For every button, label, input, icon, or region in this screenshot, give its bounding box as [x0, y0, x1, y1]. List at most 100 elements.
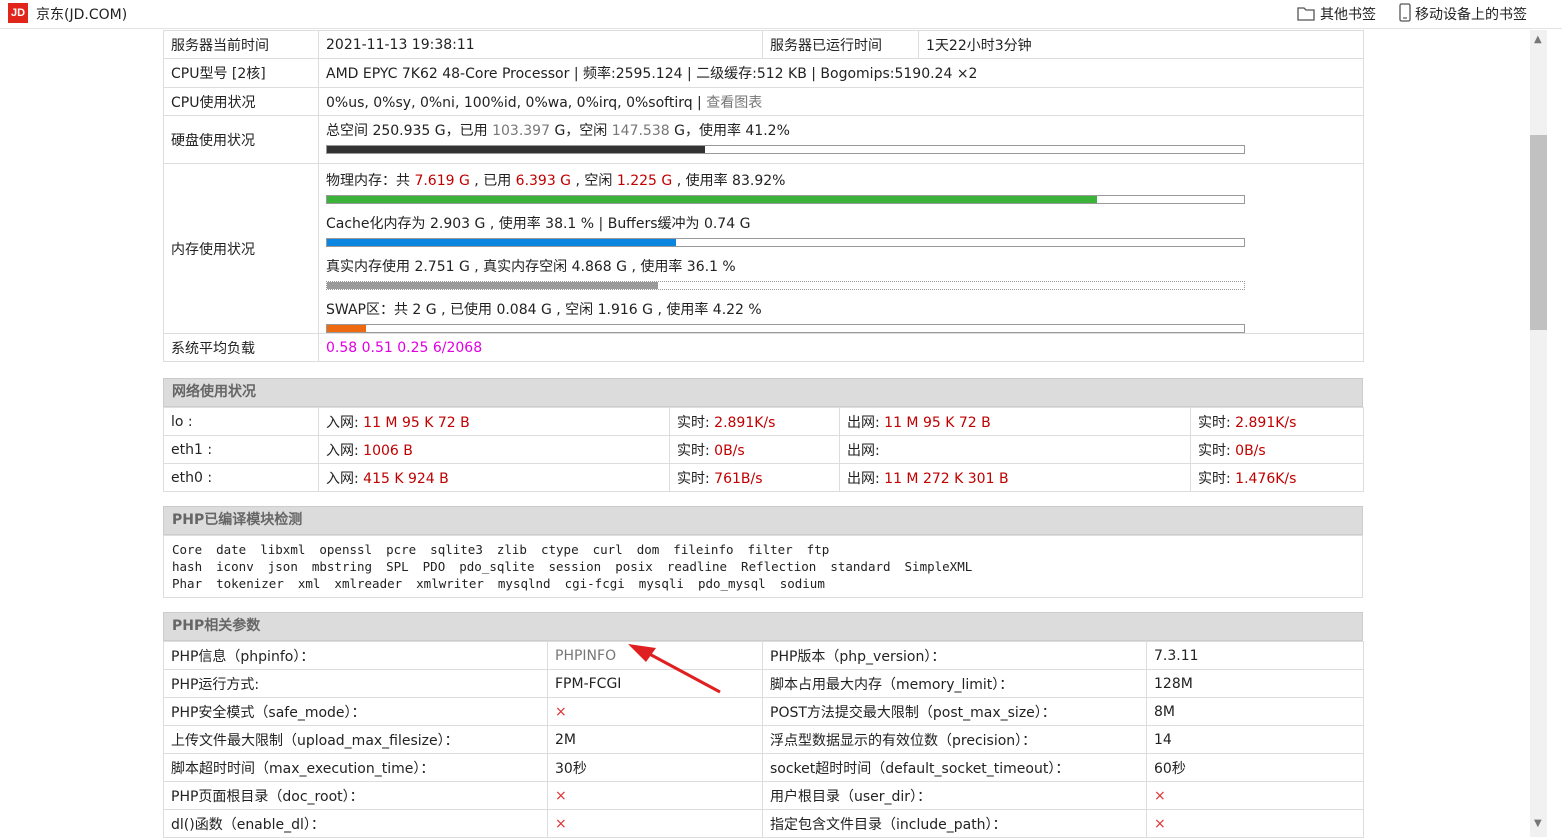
param-label: 指定包含文件目录（include_path）：	[762, 809, 1147, 838]
module-name: xml	[297, 576, 321, 591]
net-in-value: 415 K 924 B	[363, 470, 449, 487]
disk-total-text: 总空间 250.935 G，已用	[326, 122, 493, 139]
param-value: 60秒	[1146, 753, 1364, 782]
mem-cache-text: Cache化内存为 2.903 G , 使用率 38.1 % | Buffers…	[326, 216, 751, 232]
param-value: ×	[547, 781, 763, 810]
cache-memory-fill	[327, 239, 677, 246]
module-name: json	[267, 559, 298, 574]
module-name: pdo_sqlite	[459, 559, 535, 574]
module-name: sqlite3	[430, 542, 483, 557]
php-param-row: PHP运行方式: FPM-FCGI 脚本占用最大内存（memory_limit）： 1…	[163, 669, 1364, 698]
net-out: 出网: 11 M 95 K 72 B	[839, 407, 1191, 436]
net-in: 入网: 1006 B	[318, 435, 670, 464]
scroll-up-arrow-icon[interactable]: ▲	[1534, 34, 1542, 45]
table-row: 硬盘使用状况 总空间 250.935 G，已用 103.397 G，空闲 147…	[163, 115, 1364, 164]
module-name: cgi-fcgi	[564, 576, 625, 591]
table-row: 系统平均负载 0.58 0.51 0.25 6/2068	[163, 333, 1364, 362]
disk-mid-text: G，空闲	[550, 122, 612, 139]
param-label: PHP安全模式（safe_mode）：	[163, 697, 548, 726]
mem-phys-total: 7.619 G	[414, 173, 470, 189]
php-param-row: PHP页面根目录（doc_root）： × 用户根目录（user_dir）： ×	[163, 781, 1364, 810]
cache-memory-bar	[326, 238, 1245, 247]
php-param-row: dl()函数（enable_dl）： × 指定包含文件目录（include_path…	[163, 809, 1364, 838]
uptime-label: 服务器已运行时间	[762, 30, 919, 59]
module-name: zlib	[496, 542, 527, 557]
jd-logo-icon[interactable]: JD	[8, 3, 28, 23]
mem-phys-free: 1.225 G	[616, 173, 673, 189]
net-iface-value: eth1 :	[171, 441, 213, 458]
mem-real-text: 真实内存使用 2.751 G , 真实内存空闲 4.868 G , 使用率 36…	[326, 259, 736, 275]
net-iface: eth0 :	[163, 463, 319, 492]
net-out-rt: 实时: 1.476K/s	[1190, 463, 1364, 492]
cpu-usage-label: CPU使用状况	[163, 87, 319, 116]
real-memory-fill	[327, 282, 659, 289]
module-name: Reflection	[741, 559, 817, 574]
param-label: 脚本超时时间（max_execution_time）：	[163, 753, 548, 782]
net-in-rt: 实时: 761B/s	[669, 463, 840, 492]
net-out-label: 出网:	[847, 470, 885, 487]
real-memory-bar	[326, 281, 1245, 290]
module-name: ftp	[806, 542, 830, 557]
param-value: 2M	[547, 725, 763, 754]
net-out-label: 出网:	[847, 414, 885, 431]
mem-phys-text: , 已用	[469, 173, 516, 189]
cpu-usage-cell: 0%us, 0%sy, 0%ni, 100%id, 0%wa, 0%irq, 0…	[318, 87, 1364, 116]
module-name: posix	[615, 559, 653, 574]
net-in-rt-label: 实时:	[677, 470, 715, 487]
net-out-rt: 实时: 0B/s	[1190, 435, 1364, 464]
php-param-row: PHP安全模式（safe_mode）： × POST方法提交最大限制（post_ma…	[163, 697, 1364, 726]
network-section-title: 网络使用状况	[163, 378, 1363, 407]
module-name: xmlreader	[334, 576, 403, 591]
module-name: openssl	[319, 542, 373, 557]
disk-usage-bar	[326, 144, 1245, 154]
net-iface-value: lo :	[171, 413, 193, 430]
scrollbar-thumb[interactable]	[1530, 135, 1547, 330]
module-name: hash	[172, 559, 203, 574]
disk-usage-text: G，使用率 41.2%	[669, 122, 790, 139]
net-in: 入网: 415 K 924 B	[318, 463, 670, 492]
bookmark-other[interactable]: 其他书签	[1320, 4, 1376, 24]
param-label: PHP信息（phpinfo）：	[163, 641, 548, 670]
net-in-label: 入网:	[326, 442, 364, 459]
physical-memory-bar	[326, 195, 1245, 204]
net-out-rt-label: 实时:	[1198, 470, 1236, 487]
module-name: readline	[666, 559, 728, 574]
annotation-arrow-icon	[628, 644, 721, 694]
mem-phys-used: 6.393 G	[515, 173, 572, 189]
net-in-rt: 实时: 2.891K/s	[669, 407, 840, 436]
param-label: 上传文件最大限制（upload_max_filesize）：	[163, 725, 548, 754]
module-name: date	[216, 542, 247, 557]
mem-phys-text: , 空闲	[571, 173, 617, 189]
php-param-row: 脚本超时时间（max_execution_time）： 30秒 socket超时时间…	[163, 753, 1364, 782]
module-name: fileinfo	[673, 542, 734, 557]
net-in-rt-value: 2.891K/s	[714, 414, 776, 431]
current-time-value: 2021-11-13 19:38:11	[318, 30, 763, 59]
table-row: CPU使用状况 0%us, 0%sy, 0%ni, 100%id, 0%wa, …	[163, 87, 1364, 116]
param-value: ×	[1146, 809, 1364, 838]
php-params-table: PHP信息（phpinfo）： PHPINFO PHP版本（php_version）…	[163, 641, 1364, 838]
disk-used-value: 103.397	[492, 122, 550, 139]
modules-line: hash iconv json mbstring SPL PDO pdo_sqlite ses…	[172, 558, 1354, 575]
param-value: ×	[547, 697, 763, 726]
module-name: mbstring	[311, 559, 373, 574]
swap-fill	[327, 325, 366, 332]
net-in-value: 1006 B	[363, 442, 413, 459]
physical-memory-fill	[327, 196, 1097, 203]
module-name: tokenizer	[216, 576, 284, 591]
param-value: 128M	[1146, 669, 1364, 698]
module-name: iconv	[216, 559, 254, 574]
mem-swap-text: SWAP区：共 2 G , 已使用 0.084 G , 空闲 1.916 G ,…	[326, 302, 762, 318]
bookmark-mobile[interactable]: 移动设备上的书签	[1415, 4, 1527, 24]
module-name: mysqli	[638, 576, 684, 591]
net-out-rt-label: 实时:	[1198, 414, 1236, 431]
cpu-chart-link[interactable]: 查看图表	[706, 95, 762, 111]
param-label: PHP版本（php_version）：	[762, 641, 1147, 670]
network-table: lo : 入网: 11 M 95 K 72 B 实时: 2.891K/s 出网: 11…	[163, 407, 1364, 492]
scroll-down-arrow-icon[interactable]: ▼	[1534, 818, 1542, 829]
module-name: SimpleXML	[904, 559, 973, 574]
memory-cell: 物理内存：共 7.619 G , 已用 6.393 G , 空闲 1.225 G…	[318, 163, 1364, 334]
bookmark-jd[interactable]: 京东(JD.COM)	[36, 4, 127, 24]
net-out-rt-label: 实时:	[1198, 442, 1236, 459]
disk-free-value: 147.538	[611, 122, 670, 139]
net-in-rt-value: 761B/s	[714, 470, 763, 487]
